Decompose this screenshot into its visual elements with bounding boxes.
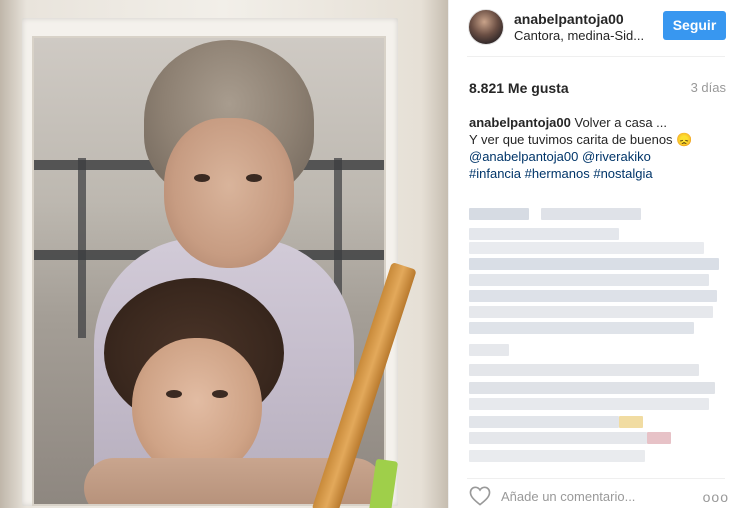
- header-username[interactable]: anabelpantoja00: [514, 11, 624, 27]
- likes-count[interactable]: 8.821 Me gusta: [469, 80, 569, 96]
- pixel-block: [469, 322, 694, 334]
- heart-icon[interactable]: [469, 486, 491, 506]
- comment-bar: ooo: [467, 484, 729, 508]
- window-post: [78, 158, 86, 338]
- pixel-block: [619, 416, 643, 428]
- pixel-block: [469, 364, 699, 376]
- post-header: anabelpantoja00 Cantora, medina-Sid... S…: [449, 0, 739, 56]
- mention-link[interactable]: @riverakiko: [582, 149, 651, 164]
- mention-link[interactable]: @anabelpantoja00: [469, 149, 578, 164]
- caption-text-line2: Y ver que tuvimos carita de buenos 😞: [469, 132, 693, 147]
- pixel-block: [469, 208, 529, 220]
- pixel-block: [469, 290, 717, 302]
- pixel-block: [469, 450, 645, 462]
- childhood-photo-print: [34, 38, 384, 504]
- post-caption: anabelpantoja00 Volver a casa ... Y ver …: [469, 114, 731, 182]
- header-location[interactable]: Cantora, medina-Sid...: [514, 28, 654, 43]
- girl-face: [132, 338, 262, 478]
- pixel-block: [469, 382, 715, 394]
- pixel-block: [469, 274, 709, 286]
- pixelated-comments: [469, 206, 719, 476]
- boy-face: [164, 118, 294, 268]
- header-divider: [467, 56, 725, 57]
- pixel-block: [469, 228, 619, 240]
- more-options-icon[interactable]: ooo: [703, 489, 729, 505]
- pixel-block: [469, 398, 709, 410]
- comment-input[interactable]: [501, 487, 671, 505]
- eye: [212, 390, 228, 398]
- comment-divider: [467, 478, 725, 479]
- pixel-block: [541, 208, 641, 220]
- pixel-block: [647, 432, 671, 444]
- pixel-block: [469, 258, 719, 270]
- post-photo[interactable]: [0, 0, 448, 508]
- eye: [246, 174, 262, 182]
- post-sidebar: anabelpantoja00 Cantora, medina-Sid... S…: [448, 0, 739, 508]
- hashtag-link[interactable]: #hermanos: [525, 166, 590, 181]
- eye: [194, 174, 210, 182]
- hashtag-link[interactable]: #infancia: [469, 166, 521, 181]
- pixel-block: [469, 306, 713, 318]
- caption-username[interactable]: anabelpantoja00: [469, 115, 571, 130]
- pixel-block: [469, 242, 704, 254]
- avatar[interactable]: [468, 9, 504, 45]
- pixel-block: [469, 432, 647, 444]
- follow-button[interactable]: Seguir: [663, 11, 726, 40]
- post-time[interactable]: 3 días: [691, 80, 726, 95]
- pixel-block: [469, 344, 509, 356]
- caption-text-line1: Volver a casa ...: [574, 115, 668, 130]
- hashtag-link[interactable]: #nostalgia: [593, 166, 652, 181]
- eye: [166, 390, 182, 398]
- pixel-block: [469, 416, 619, 428]
